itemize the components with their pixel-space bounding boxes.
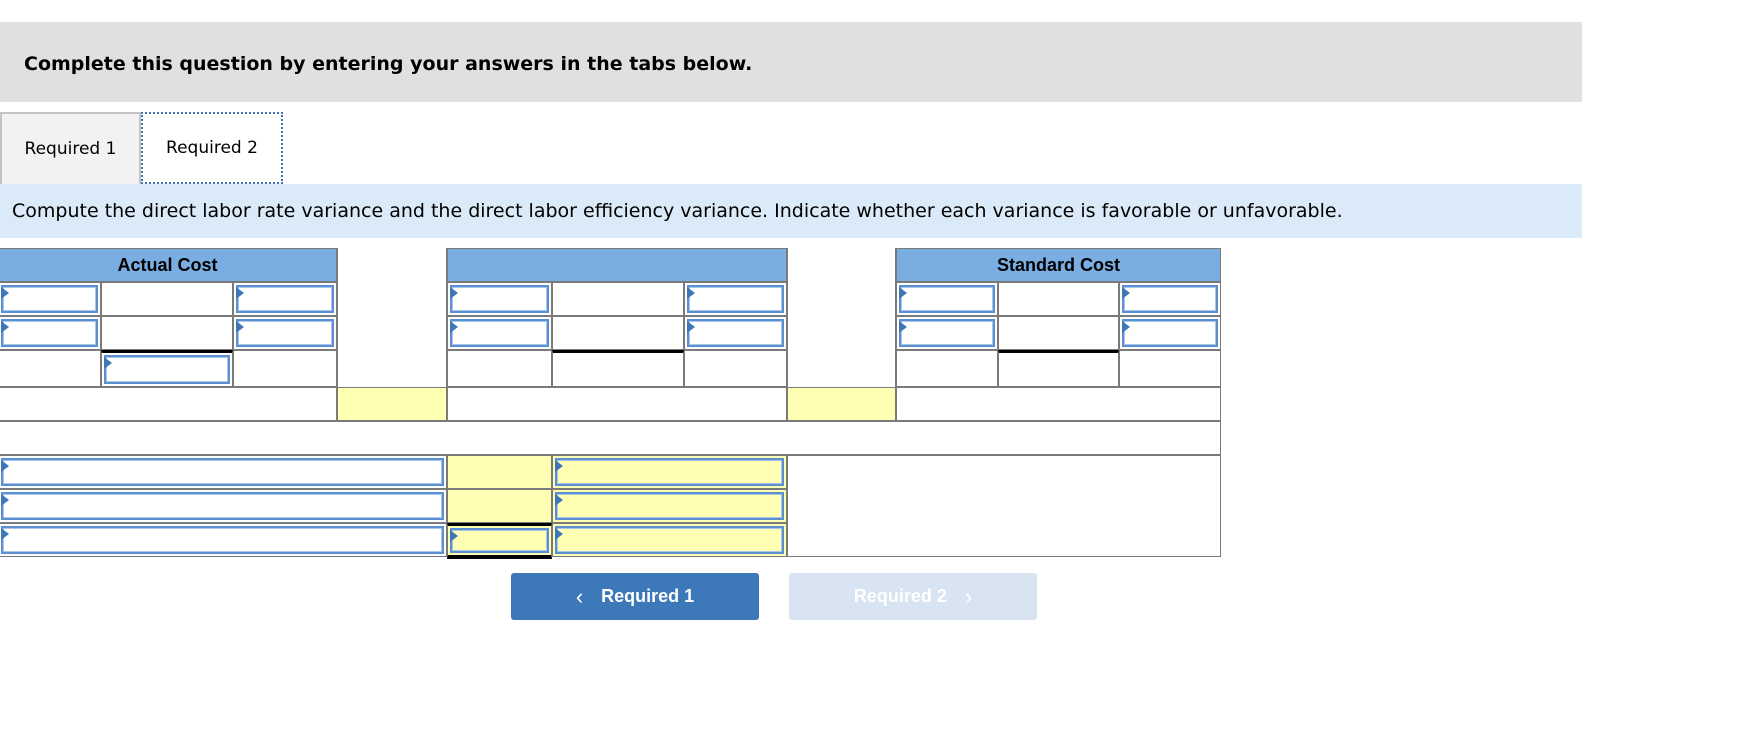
standard-r1-c3-input[interactable] (1119, 282, 1221, 316)
tab-required-1-label: Required 1 (24, 139, 117, 159)
middle-r1-c1-input[interactable] (447, 282, 552, 316)
next-required-2-button[interactable]: Required 2 › (789, 573, 1037, 620)
input-marker-icon (687, 321, 695, 333)
input-marker-icon (1122, 321, 1130, 333)
actual-total-cell (0, 387, 337, 421)
standard-total-cell (896, 387, 1221, 421)
variance-amount-2-cell (447, 489, 552, 523)
middle-r1-c3-input[interactable] (684, 282, 787, 316)
actual-r2-c1-input[interactable] (0, 316, 101, 350)
spacer-row (0, 421, 1221, 455)
actual-r3-c3-cell (233, 350, 337, 387)
standard-r2-c2-cell (998, 316, 1119, 350)
chevron-right-icon: › (964, 583, 973, 609)
tab-required-2[interactable]: Required 2 (141, 112, 283, 184)
header-middle (447, 248, 787, 282)
instructions-banner: Complete this question by entering your … (0, 22, 1582, 102)
gap-column-1 (337, 248, 447, 387)
instructions-text: Complete this question by entering your … (24, 53, 753, 75)
standard-r3-c2-cell (998, 350, 1119, 387)
header-actual-cost: Actual Cost (0, 248, 337, 282)
input-marker-icon (1, 494, 9, 506)
standard-r1-c2-cell (998, 282, 1119, 316)
middle-r2-c3-input[interactable] (684, 316, 787, 350)
middle-r1-c2-cell (552, 282, 684, 316)
input-marker-icon (1, 287, 9, 299)
input-marker-icon (555, 494, 563, 506)
middle-r2-c1-input[interactable] (447, 316, 552, 350)
input-marker-icon (450, 287, 458, 299)
standard-r3-c3-cell (1119, 350, 1221, 387)
actual-r3-c2-input[interactable] (101, 350, 233, 387)
input-marker-icon (1, 528, 9, 540)
actual-r1-c3-input[interactable] (233, 282, 337, 316)
input-marker-icon (1122, 287, 1130, 299)
actual-r3-c1-cell (0, 350, 101, 387)
input-marker-icon (450, 321, 458, 333)
prev-button-label: Required 1 (601, 586, 695, 606)
input-marker-icon (555, 528, 563, 540)
variance-type-1-select[interactable] (552, 455, 787, 489)
standard-r1-c1-input[interactable] (896, 282, 998, 316)
input-marker-icon (899, 287, 907, 299)
prev-required-1-button[interactable]: ‹ Required 1 (511, 573, 759, 620)
standard-r2-c3-input[interactable] (1119, 316, 1221, 350)
variance-type-3-select[interactable] (552, 523, 787, 557)
variance-label-3-input[interactable] (0, 523, 447, 557)
question-prompt-text: Compute the direct labor rate variance a… (12, 200, 1343, 222)
variance-amount-1-cell (447, 455, 552, 489)
chevron-left-icon: ‹ (575, 583, 584, 609)
standard-r3-c1-cell (896, 350, 998, 387)
input-marker-icon (104, 357, 112, 369)
summary-empty-area (787, 455, 1221, 557)
input-marker-icon (555, 460, 563, 472)
input-marker-icon (236, 287, 244, 299)
variance-amount-3-input[interactable] (447, 523, 552, 559)
standard-r2-c1-input[interactable] (896, 316, 998, 350)
gap-column-2 (787, 248, 896, 387)
middle-r3-c2-cell (552, 350, 684, 387)
tab-required-1[interactable]: Required 1 (0, 112, 141, 184)
rate-variance-total-cell (337, 387, 447, 421)
actual-r2-c3-input[interactable] (233, 316, 337, 350)
actual-r1-c1-input[interactable] (0, 282, 101, 316)
tab-required-2-label: Required 2 (166, 138, 258, 158)
input-marker-icon (236, 321, 244, 333)
next-button-label: Required 2 (853, 586, 947, 606)
input-marker-icon (899, 321, 907, 333)
input-marker-icon (1, 460, 9, 472)
actual-r2-c2-cell (101, 316, 233, 350)
input-marker-icon (1, 321, 9, 333)
middle-r3-c1-cell (447, 350, 552, 387)
variance-label-2-input[interactable] (0, 489, 447, 523)
question-prompt: Compute the direct labor rate variance a… (0, 184, 1582, 238)
middle-total-cell (447, 387, 787, 421)
actual-r1-c2-cell (101, 282, 233, 316)
efficiency-variance-total-cell (787, 387, 896, 421)
variance-type-2-select[interactable] (552, 489, 787, 523)
middle-r2-c2-cell (552, 316, 684, 350)
middle-r3-c3-cell (684, 350, 787, 387)
input-marker-icon (687, 287, 695, 299)
input-marker-icon (450, 530, 458, 542)
header-standard-cost: Standard Cost (896, 248, 1221, 282)
variance-label-1-input[interactable] (0, 455, 447, 489)
